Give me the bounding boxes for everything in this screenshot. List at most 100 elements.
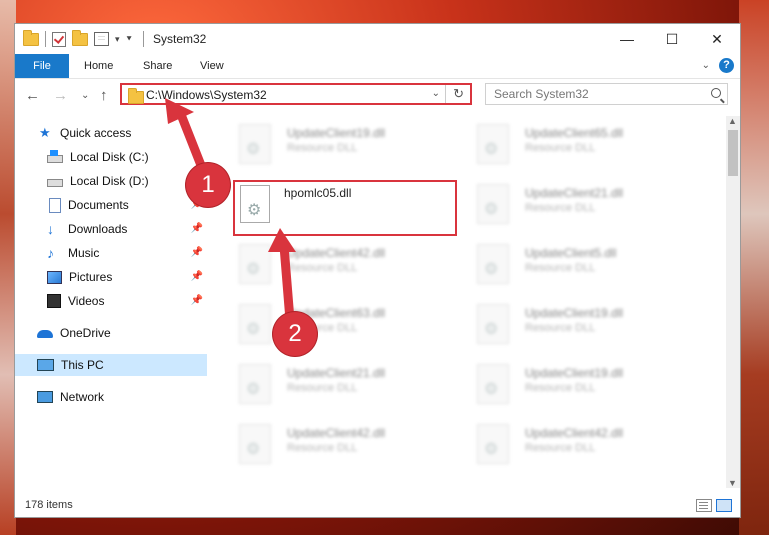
search-input[interactable]: Search System32 [494, 87, 589, 101]
dll-file-icon [239, 364, 271, 404]
minimize-button[interactable]: — [604, 24, 650, 54]
background-right [739, 0, 769, 535]
file-name: UpdateClient19.dll [525, 306, 624, 320]
downloads-icon: ↓ [47, 221, 54, 237]
expand-ribbon-icon[interactable]: ⌄ [702, 60, 710, 71]
file-tile-highlighted[interactable]: hpomlc05.dll [233, 180, 457, 236]
window-title: System32 [153, 32, 207, 46]
pin-icon[interactable]: 📌 [191, 223, 203, 234]
scroll-down-icon[interactable]: ▼ [728, 478, 737, 488]
properties-icon[interactable] [94, 32, 109, 46]
vertical-scrollbar[interactable]: ▲ ▼ [726, 116, 740, 488]
chevron-down-icon[interactable]: ⌄ [432, 88, 440, 99]
dll-file-icon [239, 124, 271, 164]
sidebar-item-label: Videos [68, 294, 105, 308]
file-tile[interactable]: UpdateClient42.dll Resource DLL [231, 238, 455, 294]
tab-share[interactable]: Share [130, 54, 185, 78]
up-arrow-icon[interactable]: ↑ [100, 87, 108, 104]
file-tile[interactable]: UpdateClient21.dll Resource DLL [469, 178, 693, 234]
dll-file-icon [239, 244, 271, 284]
pin-icon[interactable]: 📌 [191, 247, 203, 258]
file-type: Resource DLL [525, 202, 596, 214]
properties-check-icon[interactable] [52, 31, 66, 47]
sidebar-item-local-disk-c[interactable]: Local Disk (C:) [15, 146, 207, 168]
pin-icon[interactable]: 📌 [191, 271, 203, 282]
file-tile[interactable]: UpdateClient63.dll Resource DLL [231, 298, 455, 354]
sidebar-item-label: Quick access [60, 126, 132, 140]
recent-locations-icon[interactable]: ⌄ [81, 90, 89, 101]
sidebar-item-label: Local Disk (C:) [70, 150, 149, 164]
help-icon[interactable]: ? [719, 58, 734, 73]
dll-file-icon [239, 424, 271, 464]
chevron-down-icon[interactable]: ▾ [115, 34, 120, 45]
tab-home[interactable]: Home [71, 54, 126, 78]
back-arrow-icon[interactable]: ← [25, 87, 40, 104]
dll-file-icon [477, 124, 509, 164]
large-icons-view-icon[interactable] [716, 499, 732, 512]
file-tile[interactable]: UpdateClient65.dll Resource DLL [469, 118, 693, 174]
videos-icon [47, 294, 61, 308]
close-button[interactable]: ✕ [694, 24, 740, 54]
file-name: UpdateClient5.dll [525, 246, 617, 260]
windows-drive-icon [47, 149, 63, 163]
file-tile[interactable]: UpdateClient19.dll Resource DLL [469, 358, 693, 414]
sidebar-item-pictures[interactable]: Pictures 📌 [15, 266, 207, 288]
customize-toolbar-icon[interactable]: ⯆ [126, 34, 133, 45]
file-tile[interactable]: UpdateClient21.dll Resource DLL [231, 358, 455, 414]
file-tile[interactable]: UpdateClient19.dll Resource DLL [469, 298, 693, 354]
file-tile[interactable]: UpdateClient19.dll Resource DLL [231, 118, 455, 174]
status-bar: 178 items [15, 495, 740, 517]
file-type: Resource DLL [287, 442, 358, 454]
new-folder-icon[interactable] [72, 29, 88, 46]
forward-arrow-icon[interactable]: → [53, 87, 68, 104]
sidebar-item-label: Music [68, 246, 100, 260]
scrollbar-thumb[interactable] [728, 130, 738, 176]
explorer-window: ▾ ⯆ System32 — ☐ ✕ File Home Share View … [14, 23, 741, 518]
address-bar[interactable]: C:\Windows\System32 ⌄ ↻ [120, 83, 472, 105]
file-tile[interactable]: UpdateClient5.dll Resource DLL [469, 238, 693, 294]
file-name: UpdateClient21.dll [287, 366, 386, 380]
file-name: UpdateClient42.dll [287, 426, 386, 440]
file-tile[interactable]: UpdateClient42.dll Resource DLL [231, 418, 455, 474]
scroll-up-icon[interactable]: ▲ [728, 116, 737, 126]
dll-file-icon [477, 304, 509, 344]
file-tile[interactable]: UpdateClient42.dll Resource DLL [469, 418, 693, 474]
dll-file-icon [239, 304, 271, 344]
file-type: Resource DLL [525, 142, 596, 154]
refresh-icon[interactable]: ↻ [453, 86, 464, 102]
tab-view[interactable]: View [187, 54, 237, 78]
sidebar-item-label: Downloads [68, 222, 128, 236]
file-name: UpdateClient65.dll [525, 126, 624, 140]
onedrive-icon [37, 330, 53, 338]
search-icon[interactable] [711, 88, 721, 98]
folder-icon [128, 88, 144, 104]
file-list: UpdateClient19.dll Resource DLL hpomlc05… [225, 116, 723, 488]
sidebar-item-label: This PC [61, 358, 104, 372]
dll-file-icon [477, 364, 509, 404]
sidebar-item-videos[interactable]: Videos 📌 [15, 290, 207, 312]
sidebar-item-downloads[interactable]: ↓ Downloads 📌 [15, 218, 207, 240]
title-bar: ▾ ⯆ System32 — ☐ ✕ [15, 24, 740, 54]
sidebar-item-this-pc[interactable]: This PC [15, 354, 207, 376]
dll-file-icon [477, 184, 509, 224]
music-icon: ♪ [47, 245, 54, 261]
sidebar-item-onedrive[interactable]: OneDrive [15, 322, 207, 344]
title-separator [143, 31, 144, 47]
search-box[interactable]: Search System32 [485, 83, 728, 105]
tab-file[interactable]: File [15, 54, 69, 78]
maximize-button[interactable]: ☐ [649, 24, 695, 54]
ribbon-tabs: File Home Share View ⌄ ? [15, 54, 740, 79]
sidebar-item-documents[interactable]: Documents 📌 [15, 194, 207, 216]
sidebar-item-network[interactable]: Network [15, 386, 207, 408]
file-type: Resource DLL [525, 382, 596, 394]
details-view-icon[interactable] [696, 499, 712, 512]
sidebar-item-local-disk-d[interactable]: Local Disk (D:) [15, 170, 207, 192]
navigation-pane: ★ Quick access Local Disk (C:) Local Dis… [15, 116, 207, 496]
pin-icon[interactable]: 📌 [191, 295, 203, 306]
sidebar-item-quick-access[interactable]: ★ Quick access [15, 122, 207, 144]
folder-icon [23, 29, 39, 46]
sidebar-item-music[interactable]: ♪ Music 📌 [15, 242, 207, 264]
quick-access-toolbar: ▾ ⯆ [23, 29, 133, 47]
file-name: UpdateClient21.dll [525, 186, 624, 200]
item-count: 178 items [25, 499, 73, 511]
